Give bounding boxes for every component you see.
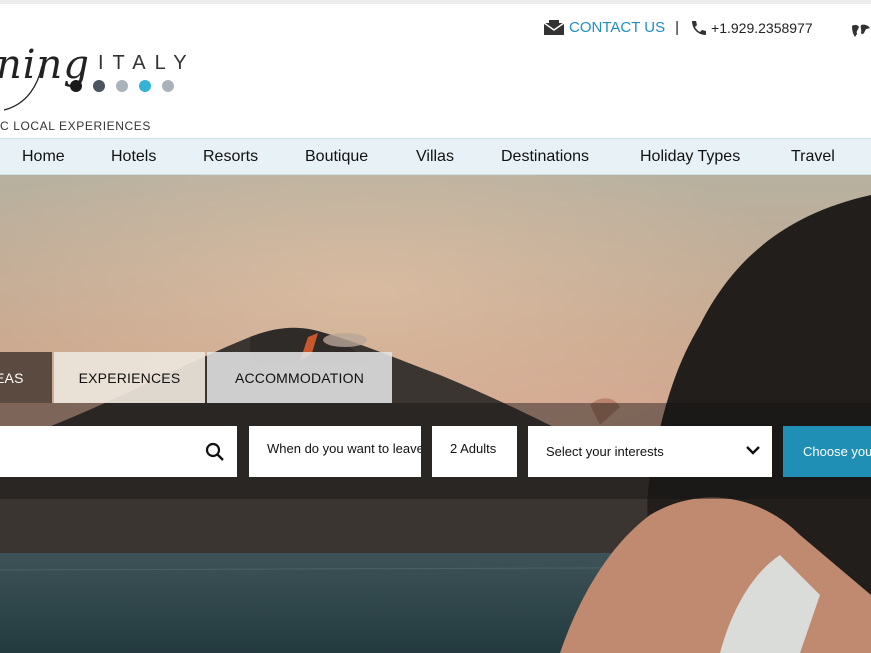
main-nav: Home Hotels Resorts Boutique Villas Dest… (0, 138, 871, 175)
logo-dot (93, 80, 105, 92)
tab-accommodation[interactable]: ACCOMMODATION (207, 352, 392, 403)
nav-travel[interactable]: Travel (791, 148, 835, 166)
site-header: ning ITALY C LOCAL EXPERIENCES CONTACT U… (0, 4, 871, 138)
logo-dots (70, 80, 174, 92)
nav-resorts[interactable]: Resorts (203, 148, 258, 166)
nav-villas[interactable]: Villas (416, 148, 454, 166)
tab-experiences-label: EXPERIENCES (78, 369, 181, 386)
departure-date-placeholder: When do you want to leave (267, 441, 421, 456)
location-search-input[interactable] (0, 426, 237, 477)
phone-icon (692, 20, 707, 35)
logo-dot (70, 80, 82, 92)
tab-accommodation-label: ACCOMMODATION (234, 369, 365, 386)
departure-date-field[interactable]: When do you want to leave (249, 426, 421, 477)
logo-dot (139, 80, 151, 92)
nav-destinations[interactable]: Destinations (501, 148, 589, 166)
tab-ideas[interactable]: EAS (0, 352, 52, 403)
hero-banner: EAS EXPERIENCES ACCOMMODATION When do yo… (0, 175, 871, 653)
chevron-down-icon (746, 446, 760, 455)
nav-hotels[interactable]: Hotels (111, 148, 156, 166)
globe-icon[interactable] (850, 22, 871, 40)
logo-dot (162, 80, 174, 92)
tab-experiences[interactable]: EXPERIENCES (54, 352, 205, 403)
envelope-icon[interactable] (543, 19, 565, 36)
search-icon[interactable] (205, 442, 225, 462)
interests-select[interactable]: Select your interests (528, 426, 772, 477)
choose-button[interactable]: Choose you (783, 426, 871, 477)
logo-swash (3, 65, 43, 111)
tab-ideas-label: EAS (0, 369, 24, 386)
logo-dot (116, 80, 128, 92)
phone-number[interactable]: +1.929.2358977 (711, 20, 813, 36)
logo-wordmark[interactable]: ITALY (98, 52, 196, 75)
choose-button-label: Choose you (803, 444, 871, 459)
adults-value: 2 Adults (450, 441, 497, 456)
nav-boutique[interactable]: Boutique (305, 148, 368, 166)
contact-bar: CONTACT US | +1.929.2358977 (543, 19, 813, 36)
interests-value: Select your interests (546, 444, 664, 459)
contact-us-link[interactable]: CONTACT US (569, 19, 665, 36)
nav-home[interactable]: Home (22, 148, 65, 166)
contact-separator: | (675, 19, 680, 36)
adults-selector[interactable]: 2 Adults (432, 426, 517, 477)
nav-holiday-types[interactable]: Holiday Types (640, 148, 740, 166)
logo-tagline: C LOCAL EXPERIENCES (0, 119, 151, 133)
